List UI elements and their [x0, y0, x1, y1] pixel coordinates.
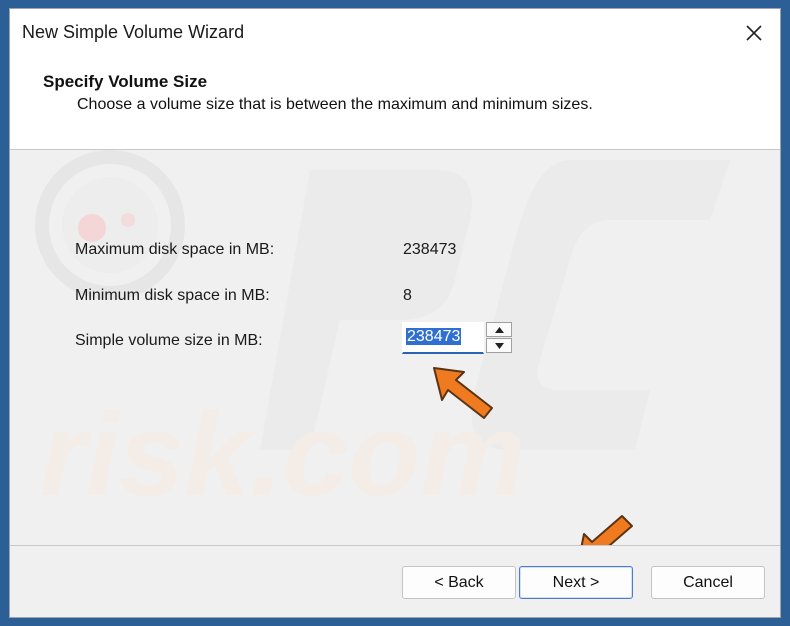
caret-up-icon [494, 326, 504, 333]
back-button[interactable]: < Back [402, 566, 516, 599]
min-space-value: 8 [403, 287, 412, 304]
volume-size-selected-text: 238473 [406, 328, 462, 345]
watermark-text: risk.com [40, 389, 525, 521]
wizard-content: risk.com Maximum disk space in MB: 23847… [10, 150, 780, 545]
decrement-button[interactable] [486, 338, 512, 353]
next-button[interactable]: Next > [519, 566, 633, 599]
wizard-window: New Simple Volume Wizard Specify Volume … [9, 8, 781, 618]
cancel-button[interactable]: Cancel [651, 566, 765, 599]
wizard-footer: < Back Next > Cancel [10, 545, 780, 617]
max-space-label: Maximum disk space in MB: [75, 241, 275, 258]
volume-size-input[interactable]: 238473 [402, 322, 484, 354]
window-title: New Simple Volume Wizard [22, 22, 245, 42]
volume-size-label: Simple volume size in MB: [75, 332, 263, 349]
title-bar: New Simple Volume Wizard [10, 9, 780, 57]
max-space-value: 238473 [403, 241, 457, 258]
wizard-header: Specify Volume Size Choose a volume size… [10, 57, 780, 150]
min-space-label: Minimum disk space in MB: [75, 287, 270, 304]
volume-size-stepper[interactable]: 238473 [402, 322, 512, 354]
increment-button[interactable] [486, 322, 512, 337]
close-icon [746, 25, 762, 41]
caret-down-icon [494, 342, 504, 349]
page-subtitle: Choose a volume size that is between the… [77, 96, 593, 113]
close-button[interactable] [736, 15, 772, 51]
annotation-arrow-icon [433, 367, 493, 419]
page-title: Specify Volume Size [43, 72, 208, 91]
